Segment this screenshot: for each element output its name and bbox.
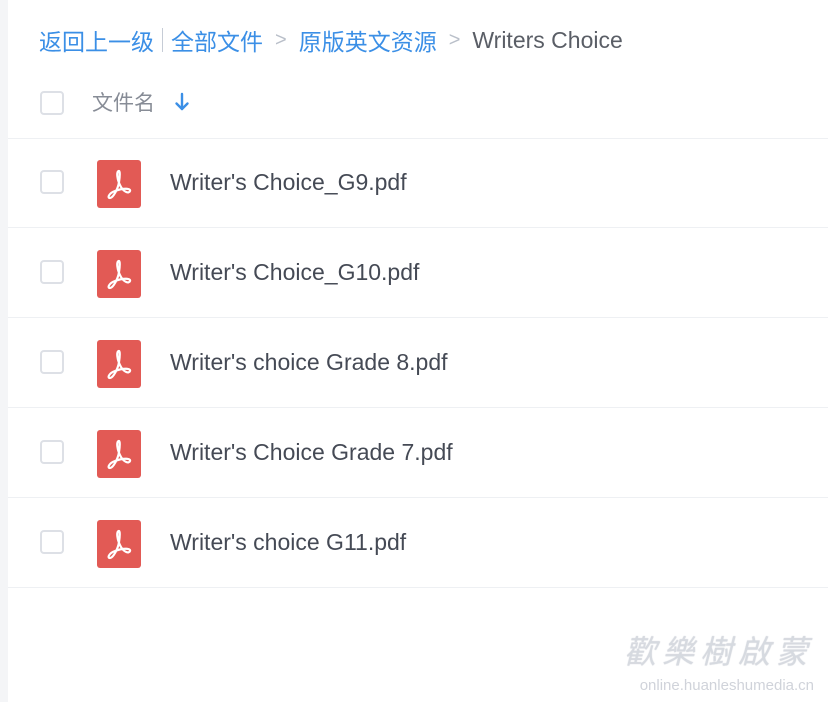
file-list: Writer's Choice_G9.pdf Writer's Choice_G… [8,138,828,588]
arrow-down-icon[interactable] [173,91,191,113]
file-row[interactable]: Writer's choice G11.pdf [8,498,828,588]
select-all-checkbox[interactable] [40,91,64,115]
file-row[interactable]: Writer's Choice_G10.pdf [8,228,828,318]
breadcrumb-separator: > [275,28,287,51]
pdf-icon [97,340,141,388]
watermark: 歡樂樹啟蒙 online.huanleshumedia.cn [624,627,814,694]
file-name[interactable]: Writer's Choice_G9.pdf [170,169,407,196]
file-name[interactable]: Writer's choice Grade 8.pdf [170,349,448,376]
file-row[interactable]: Writer's Choice_G9.pdf [8,138,828,228]
file-checkbox[interactable] [40,350,64,374]
breadcrumb-separator: > [448,28,461,51]
breadcrumb-folder[interactable]: 原版英文资源 [299,23,437,57]
file-checkbox[interactable] [40,260,64,284]
left-gutter [0,0,8,702]
breadcrumb-divider [162,28,163,52]
watermark-url: online.huanleshumedia.cn [639,677,814,694]
breadcrumb: 返回上一级 全部文件 > 原版英文资源 > Writers Choice [39,24,623,56]
file-row[interactable]: Writer's Choice Grade 7.pdf [8,408,828,498]
pdf-icon [97,250,141,298]
breadcrumb-current: Writers Choice [472,26,623,53]
pdf-icon [97,430,141,478]
file-name[interactable]: Writer's Choice_G10.pdf [170,259,419,286]
file-checkbox[interactable] [40,170,64,194]
file-browser: 返回上一级 全部文件 > 原版英文资源 > Writers Choice 文件名… [0,0,828,702]
back-link[interactable]: 返回上一级 [39,23,154,57]
breadcrumb-all-files[interactable]: 全部文件 [171,23,263,57]
file-checkbox[interactable] [40,440,64,464]
file-name[interactable]: Writer's Choice Grade 7.pdf [170,439,453,466]
file-name[interactable]: Writer's choice G11.pdf [170,529,406,556]
list-header: 文件名 [8,70,828,139]
pdf-icon [97,160,141,208]
name-column-header[interactable]: 文件名 [92,87,155,117]
file-row[interactable]: Writer's choice Grade 8.pdf [8,318,828,408]
pdf-icon [97,520,141,568]
watermark-title: 歡樂樹啟蒙 [623,633,814,671]
file-checkbox[interactable] [40,530,64,554]
